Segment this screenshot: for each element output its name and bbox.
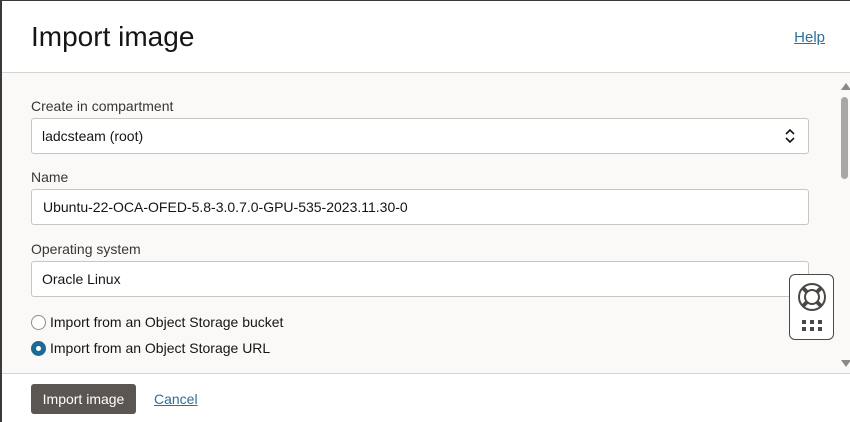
name-label: Name (31, 169, 69, 185)
dialog-footer: Import image Cancel (2, 373, 850, 422)
scroll-up-arrow-icon[interactable] (841, 83, 850, 90)
import-image-button[interactable]: Import image (31, 384, 136, 414)
life-ring-icon (798, 283, 826, 331)
dialog-body[interactable]: Create in compartment ladcsteam (root) N… (2, 73, 850, 373)
name-value: Ubuntu-22-OCA-OFED-5.8-3.0.7.0-GPU-535-2… (43, 199, 408, 215)
help-widget[interactable] (789, 274, 834, 340)
name-field[interactable]: Ubuntu-22-OCA-OFED-5.8-3.0.7.0-GPU-535-2… (31, 189, 809, 225)
scroll-thumb[interactable] (841, 97, 848, 179)
radio-label: Import from an Object Storage URL (50, 340, 271, 356)
import-image-dialog: Import image Help Create in compartment … (0, 0, 850, 422)
radio-object-storage-bucket[interactable]: Import from an Object Storage bucket (31, 312, 283, 332)
radio-label: Import from an Object Storage bucket (50, 314, 284, 330)
compartment-select[interactable]: ladcsteam (root) (31, 118, 809, 154)
compartment-label: Create in compartment (31, 98, 174, 114)
cancel-link[interactable]: Cancel (154, 391, 198, 407)
radio-object-storage-url[interactable]: Import from an Object Storage URL (31, 338, 270, 358)
scroll-down-arrow-icon[interactable] (841, 360, 850, 367)
chevron-up-down-icon (785, 128, 795, 144)
operating-system-label: Operating system (31, 241, 141, 257)
operating-system-select[interactable]: Oracle Linux (31, 261, 809, 297)
radio-button-selected[interactable] (31, 340, 46, 356)
dialog-title: Import image (31, 21, 195, 52)
operating-system-value: Oracle Linux (42, 271, 121, 287)
dialog-header: Import image Help (2, 1, 850, 73)
radio-button[interactable] (31, 314, 46, 330)
grid-icon (802, 320, 822, 331)
compartment-value: ladcsteam (root) (42, 128, 144, 144)
help-link[interactable]: Help (794, 29, 825, 46)
vertical-scrollbar[interactable] (838, 81, 850, 369)
